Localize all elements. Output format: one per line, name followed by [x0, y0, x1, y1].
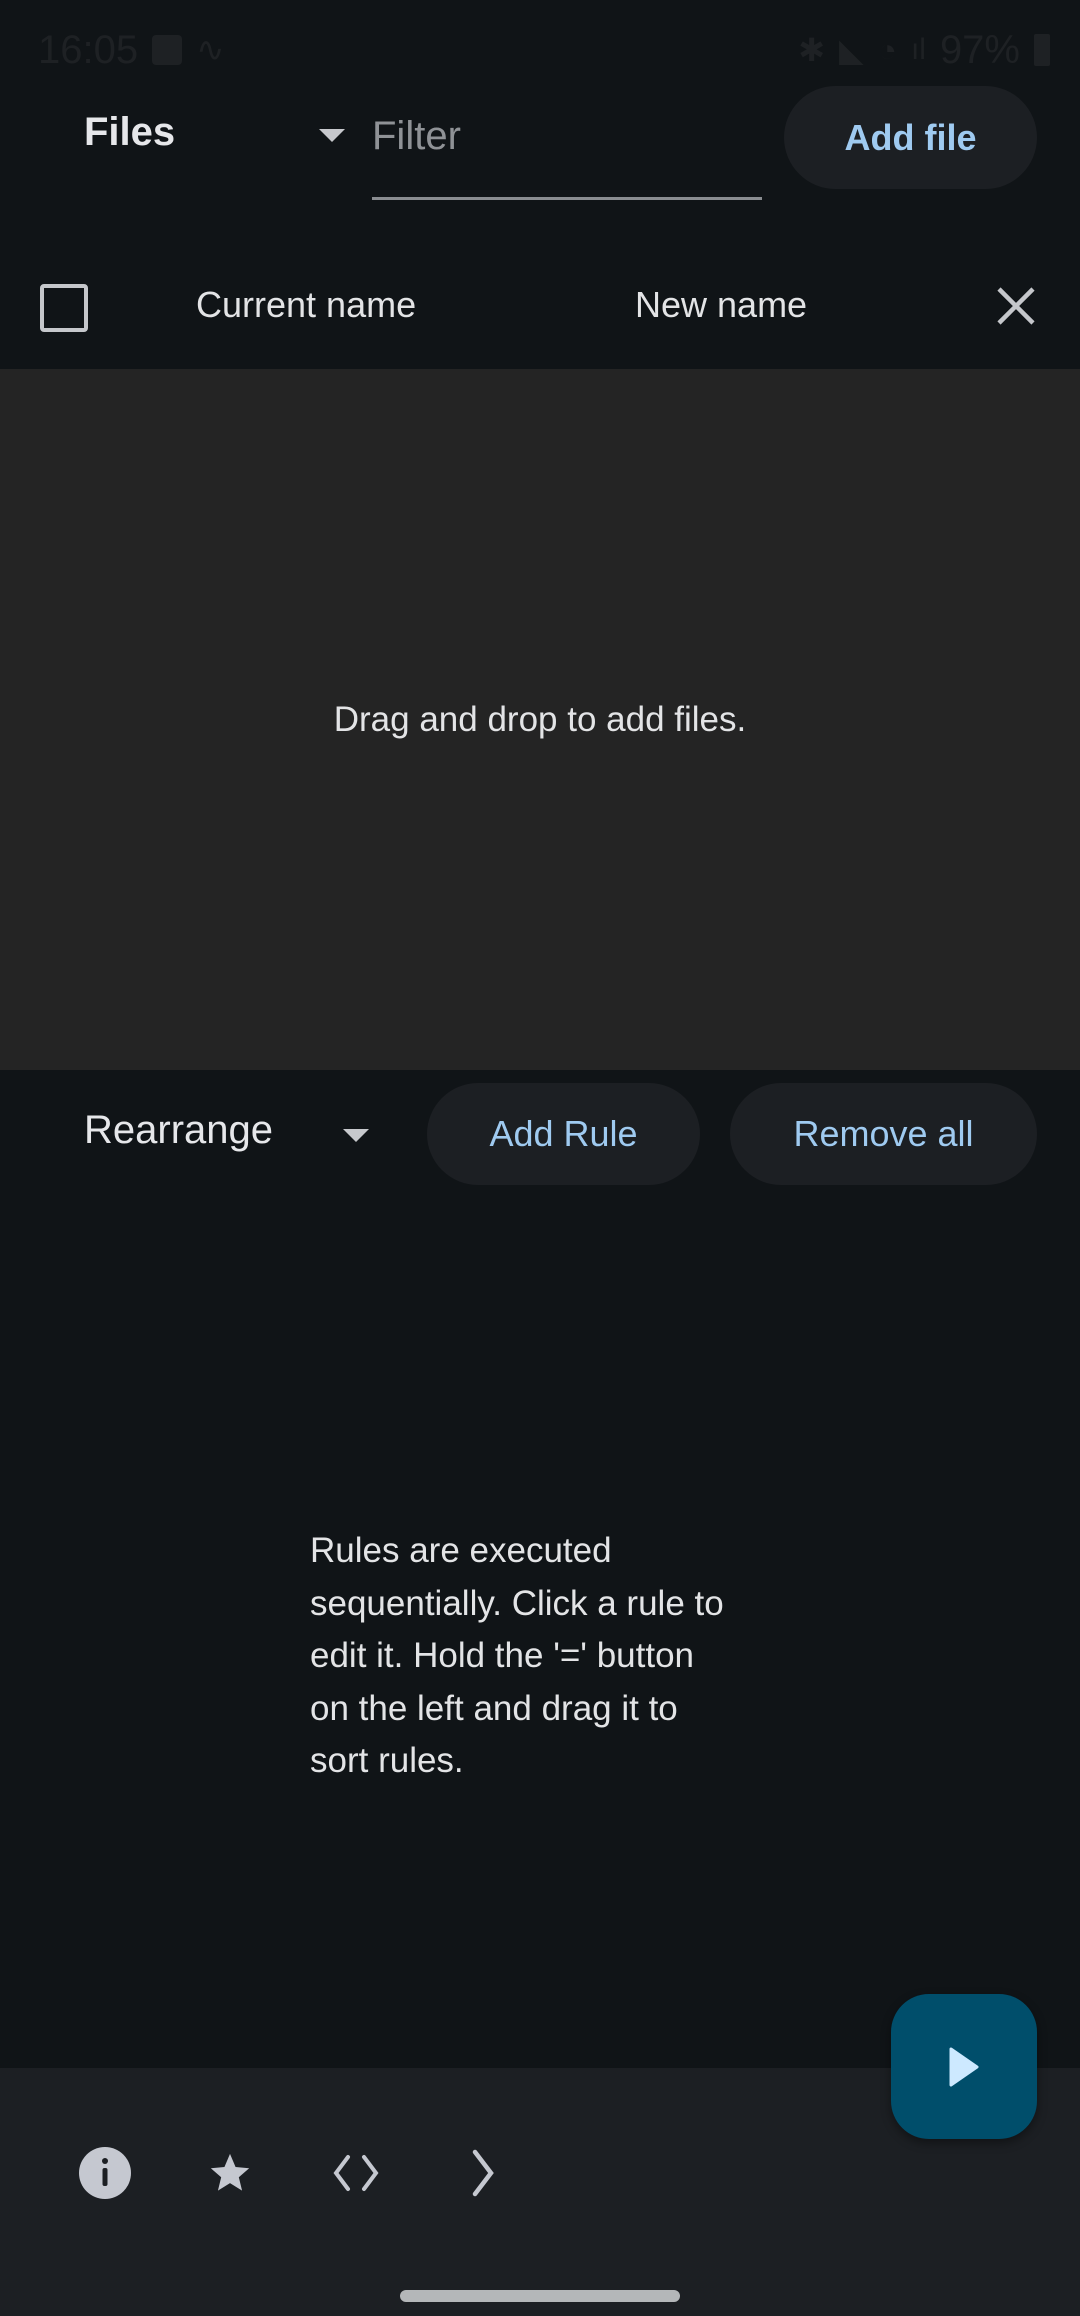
- caret-down-icon: [319, 128, 345, 142]
- select-all-checkbox[interactable]: [40, 284, 88, 332]
- gallery-icon: [152, 35, 183, 65]
- drop-hint: Drag and drop to add files.: [333, 699, 747, 739]
- column-current-name: Current name: [196, 284, 417, 325]
- caret-down-icon: [343, 1128, 369, 1142]
- bluetooth-icon: ✱: [798, 32, 825, 68]
- favorite-button[interactable]: [202, 2145, 258, 2201]
- help-line: sort rules.: [310, 1741, 464, 1780]
- code-button[interactable]: [328, 2145, 384, 2201]
- add-rule-button[interactable]: Add Rule: [427, 1083, 700, 1185]
- info-button[interactable]: [77, 2145, 133, 2201]
- add-file-button[interactable]: Add file: [784, 86, 1037, 189]
- home-indicator[interactable]: [400, 2290, 680, 2302]
- files-title: Files: [84, 110, 176, 154]
- wifi-icon: ◔: [877, 31, 897, 68]
- column-new-name: New name: [635, 284, 808, 325]
- waveform-icon: ∿: [196, 31, 225, 69]
- star-icon: [210, 2153, 250, 2191]
- mute-icon: ◣: [839, 32, 864, 68]
- rule-mode-select[interactable]: Rearrange: [84, 1108, 273, 1153]
- info-icon: [79, 2147, 131, 2199]
- play-icon: [949, 2047, 979, 2086]
- signal-icon: ıl: [910, 33, 926, 66]
- file-drop-area[interactable]: Drag and drop to add files.: [0, 369, 1080, 1070]
- filter-input[interactable]: Filter: [372, 100, 762, 200]
- close-icon: [997, 287, 1035, 325]
- chevron-right-icon: [472, 2149, 494, 2197]
- run-button[interactable]: [891, 1994, 1037, 2139]
- battery-icon: [1034, 34, 1050, 66]
- rules-help-text: Rules are executed sequentially. Click a…: [310, 1525, 724, 1788]
- status-bar: 16:05 ∿ ✱ ◣ ◔ ıl 97%: [38, 22, 1050, 78]
- battery-text: 97%: [939, 27, 1020, 72]
- clear-files-button[interactable]: [994, 284, 1038, 328]
- help-line: Rules are executed: [310, 1531, 612, 1570]
- help-line: on the left and drag it to: [310, 1688, 678, 1728]
- files-dropdown-button[interactable]: [312, 120, 352, 150]
- remove-all-button[interactable]: Remove all: [730, 1083, 1037, 1185]
- status-time: 16:05: [38, 27, 139, 72]
- help-line: edit it. Hold the '=' button: [310, 1636, 695, 1675]
- help-line: sequentially. Click a rule to: [310, 1583, 724, 1623]
- rule-mode-dropdown-button[interactable]: [336, 1120, 376, 1150]
- code-icon: [333, 2155, 379, 2191]
- next-button[interactable]: [455, 2145, 511, 2201]
